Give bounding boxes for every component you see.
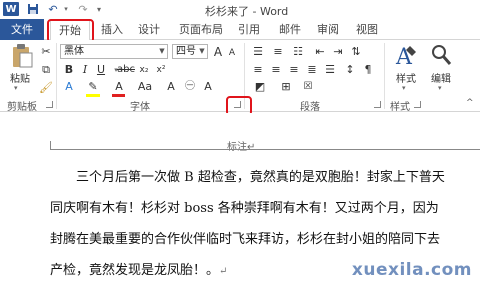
shading-icon[interactable]: ◩ <box>252 79 268 95</box>
paragraph-line: 三个月后第一次做 B 超检查，竟然真的是双胞胎！封家上下普天 <box>76 170 445 185</box>
font-size-combo[interactable]: 四号 ▼ <box>172 44 208 59</box>
chevron-down-icon[interactable]: ▼ <box>157 45 167 58</box>
group-separator <box>384 43 385 109</box>
paragraph-launcher-icon[interactable] <box>374 101 381 108</box>
chinese-layout-icon[interactable]: ☒ <box>300 79 316 95</box>
chevron-down-icon[interactable]: ▾ <box>402 84 406 92</box>
bold-icon[interactable]: B <box>61 62 77 78</box>
clipboard-launcher-icon[interactable] <box>46 101 53 108</box>
paragraph-line: 封腾在美最重要的合作伙伴临时飞来拜访，杉杉在封小姐的陪同下去 <box>50 232 441 247</box>
tab-references[interactable]: 引用 <box>234 19 264 40</box>
paragraph-mark: ↵ <box>219 266 228 277</box>
header-divider <box>50 149 480 150</box>
line-spacing-icon[interactable]: ↕ <box>342 62 358 78</box>
highlight-color-bar <box>86 94 100 97</box>
customize-toolbar-icon[interactable]: ▾ <box>94 2 104 16</box>
font-size-value: 四号 <box>176 46 196 57</box>
styles-launcher-icon[interactable] <box>414 101 421 108</box>
paste-button-label[interactable]: 粘贴 <box>10 70 30 85</box>
redo-icon[interactable]: ↷ <box>76 2 90 16</box>
distributed-icon[interactable]: ☰ <box>322 62 338 78</box>
bullets-icon[interactable]: ☰ <box>250 44 266 60</box>
cut-icon[interactable]: ✂ <box>38 44 54 60</box>
group-separator <box>56 43 57 109</box>
clipboard-group-label: 剪贴板 <box>7 102 37 113</box>
strikethrough-icon[interactable]: abc <box>117 62 135 78</box>
change-case-icon[interactable]: Aa <box>137 79 153 95</box>
tab-file[interactable]: 文件 <box>0 19 44 40</box>
font-name-value: 黑体 <box>64 46 84 57</box>
styles-icon[interactable]: A <box>394 42 418 70</box>
paste-icon[interactable] <box>10 43 34 69</box>
italic-icon[interactable]: I <box>77 62 93 78</box>
editing-button-label[interactable]: 编辑 <box>431 70 451 85</box>
font-color-bar <box>112 94 125 97</box>
text-effects-icon[interactable]: A <box>61 79 77 95</box>
tab-review[interactable]: 审阅 <box>313 19 343 40</box>
tab-view[interactable]: 视图 <box>352 19 382 40</box>
tab-insert[interactable]: 插入 <box>97 19 127 40</box>
tab-design[interactable]: 设计 <box>134 19 164 40</box>
font-color-icon[interactable]: A <box>111 79 127 95</box>
copy-icon[interactable]: ⧉ <box>38 62 54 78</box>
chevron-down-icon[interactable]: ▾ <box>438 84 442 92</box>
undo-icon[interactable]: ↶ <box>46 2 60 16</box>
decrease-indent-icon[interactable]: ⇤ <box>312 44 328 60</box>
header-label: 标注↵ <box>227 142 256 153</box>
paste-dropdown-icon[interactable]: ▾ <box>14 84 18 92</box>
increase-indent-icon[interactable]: ⇥ <box>330 44 346 60</box>
align-left-icon[interactable]: ≡ <box>250 62 266 78</box>
format-painter-icon[interactable]: 🖌 <box>38 80 54 96</box>
paragraph-line: 同庆啊有木有！杉杉对 boss 各种崇拜啊有木有！又过两个月，因为 <box>50 201 439 216</box>
subscript-icon[interactable]: x₂ <box>136 62 152 78</box>
editing-icon[interactable] <box>430 42 454 68</box>
underline-icon[interactable]: U <box>93 62 109 78</box>
word-app-icon[interactable]: W <box>3 2 19 16</box>
tab-page-layout[interactable]: 页面布局 <box>175 19 227 40</box>
chevron-down-icon[interactable]: ▼ <box>197 45 207 58</box>
header-corner-mark <box>50 141 51 149</box>
enclose-characters-icon[interactable]: ㊀ <box>182 79 198 95</box>
highlight-icon[interactable]: ✎ <box>85 79 101 95</box>
collapse-ribbon-icon[interactable]: ^ <box>466 98 474 108</box>
font-name-combo[interactable]: 黑体 ▼ <box>60 44 168 59</box>
superscript-icon[interactable]: x² <box>153 62 169 78</box>
shrink-font-icon[interactable]: A <box>224 45 240 61</box>
borders-icon[interactable]: ⊞ <box>278 79 294 95</box>
window-title: 杉杉来了 - Word <box>205 5 289 18</box>
character-border-icon[interactable]: A <box>163 79 179 95</box>
watermark: xuexila.com <box>351 260 472 280</box>
tab-mailings[interactable]: 邮件 <box>275 19 305 40</box>
justify-icon[interactable]: ≣ <box>304 62 320 78</box>
show-marks-icon[interactable]: ¶ <box>360 62 376 78</box>
undo-dropdown-icon[interactable]: ▾ <box>62 2 70 16</box>
styles-button-label[interactable]: 样式 <box>396 70 416 85</box>
paragraph-group-label: 段落 <box>300 102 320 113</box>
save-icon[interactable] <box>26 2 40 16</box>
clear-formatting-icon[interactable]: A <box>200 79 216 95</box>
font-group-label: 字体 <box>130 102 150 113</box>
styles-group-label: 样式 <box>390 102 410 113</box>
sort-icon[interactable]: ⇅ <box>348 44 364 60</box>
align-right-icon[interactable]: ≡ <box>286 62 302 78</box>
center-icon[interactable]: ≡ <box>268 62 284 78</box>
numbering-icon[interactable]: ≡ <box>270 44 286 60</box>
title-bar: W ↶ ▾ ↷ ▾ 杉杉来了 - Word <box>0 0 480 19</box>
multilevel-list-icon[interactable]: ☷ <box>290 44 306 60</box>
